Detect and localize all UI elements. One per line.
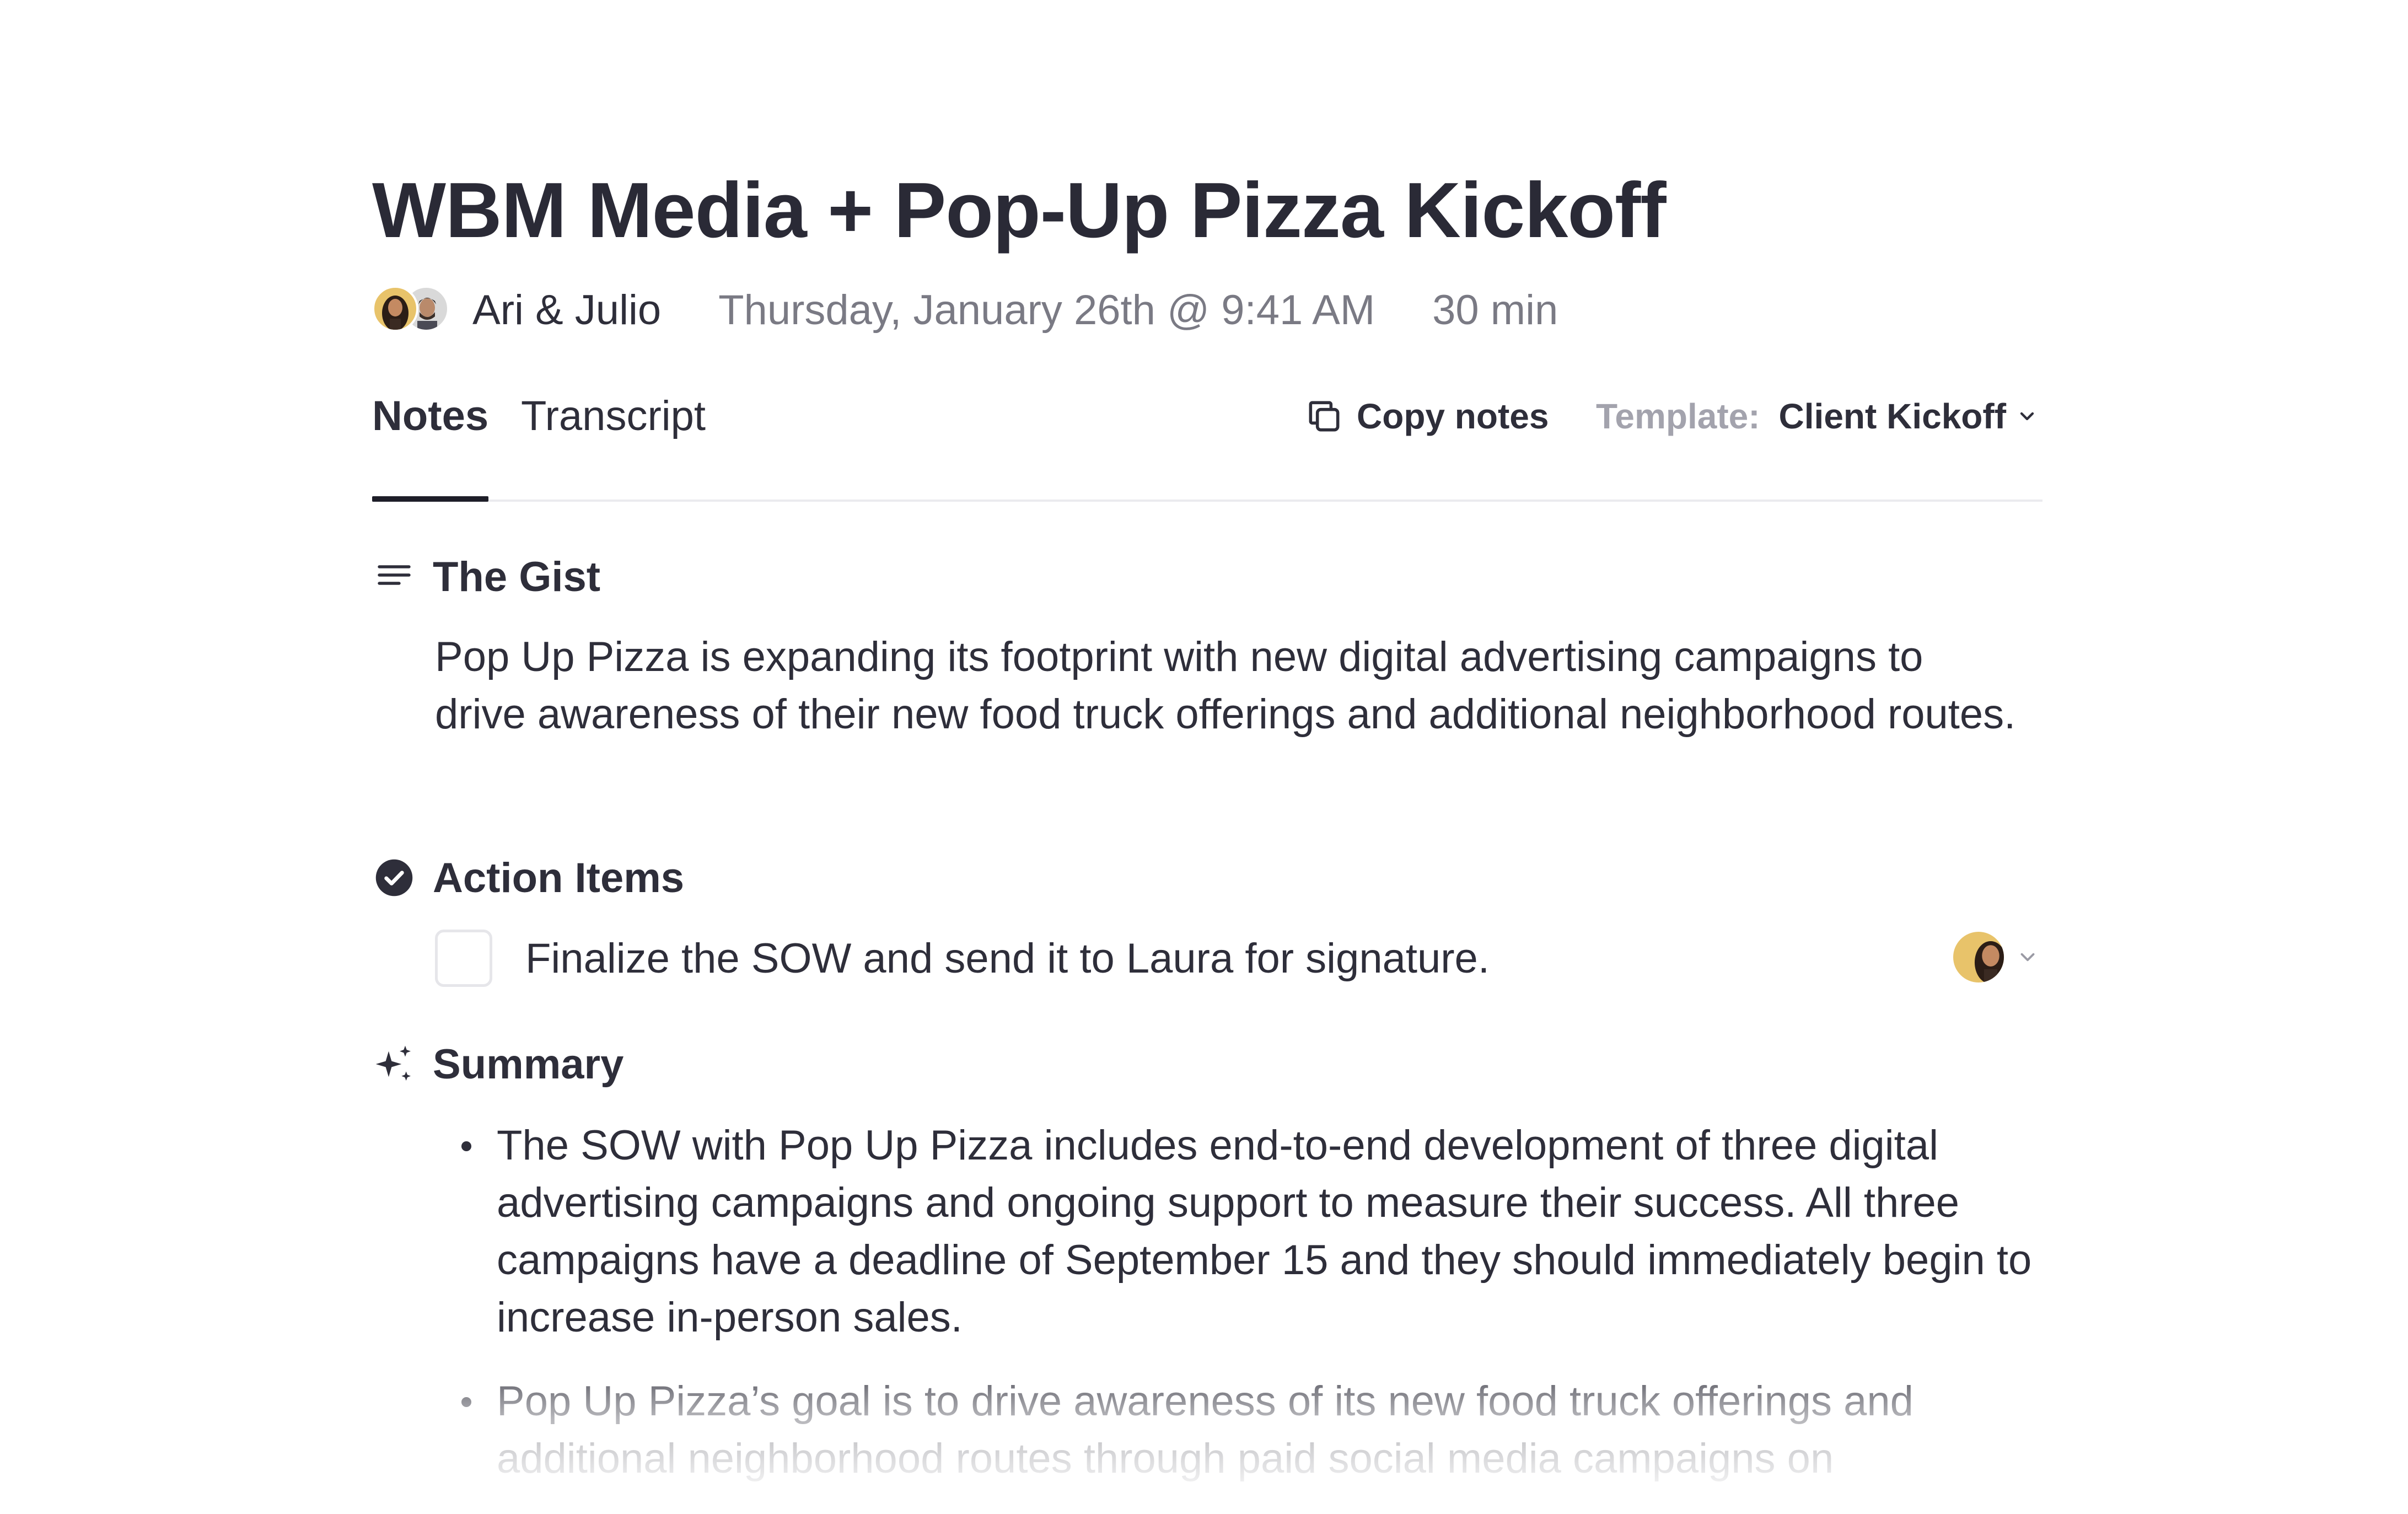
page-title: WBM Media + Pop-Up Pizza Kickoff <box>372 167 1667 254</box>
meeting-duration: 30 min <box>1432 286 1558 334</box>
attendee-names: Ari & Julio <box>472 286 662 334</box>
template-dropdown[interactable]: Client Kickoff <box>1779 396 2038 437</box>
summary-heading: Summary <box>433 1040 624 1088</box>
gist-text: Pop Up Pizza is expanding its footprint … <box>435 633 2016 738</box>
assignee-picker[interactable] <box>1953 932 2039 983</box>
copy-icon <box>1309 401 1340 432</box>
meeting-datetime: Thursday, January 26th @ 9:41 AM <box>718 286 1375 334</box>
person-icon <box>1974 941 2004 983</box>
chevron-down-icon <box>2020 412 2034 421</box>
summary-bullet: The SOW with Pop Up Pizza includes end-t… <box>435 1117 2034 1346</box>
lines-icon <box>372 555 416 599</box>
template-value: Client Kickoff <box>1778 396 2006 436</box>
tab-notes[interactable]: Notes <box>372 386 489 502</box>
template-picker: Template: Client Kickoff <box>1596 396 2038 437</box>
check-circle-icon <box>372 856 416 900</box>
gist-section-header: The Gist <box>372 550 600 603</box>
attendee-avatars <box>372 283 455 336</box>
action-item-text[interactable]: Finalize the SOW and send it to Laura fo… <box>525 935 1490 983</box>
action-items-section-header: Action Items <box>372 851 684 904</box>
summary-bullet: Pop Up Pizza’s goal is to drive awarenes… <box>435 1373 2034 1488</box>
chevron-down-icon <box>2020 953 2035 962</box>
tabs-bar: Notes Transcript Copy notes Template: Cl… <box>372 386 2043 502</box>
tab-notes-label: Notes <box>372 393 489 439</box>
active-tab-indicator <box>372 496 489 502</box>
summary-section-header: Summary <box>372 1038 624 1091</box>
gist-heading: The Gist <box>433 553 601 600</box>
action-items-heading: Action Items <box>433 854 685 901</box>
assignee-avatar <box>1953 932 2004 983</box>
meeting-meta: Ari & Julio Thursday, January 26th @ 9:4… <box>372 283 1558 336</box>
copy-notes-button[interactable]: Copy notes <box>1304 396 1549 437</box>
avatar <box>372 286 418 332</box>
meeting-notes-page: WBM Media + Pop-Up Pizza Kickoff Ari & J… <box>372 0 2043 1500</box>
template-label: Template: <box>1596 396 1760 436</box>
sparkles-icon <box>372 1042 416 1086</box>
copy-notes-label: Copy notes <box>1357 396 1549 436</box>
person-icon <box>382 296 409 330</box>
action-item-row: Finalize the SOW and send it to Laura fo… <box>435 930 2043 987</box>
action-item-checkbox[interactable] <box>435 930 492 987</box>
tab-transcript-label: Transcript <box>521 393 706 439</box>
summary-list: The SOW with Pop Up Pizza includes end-t… <box>435 1117 2034 1514</box>
tab-transcript[interactable]: Transcript <box>521 386 706 500</box>
